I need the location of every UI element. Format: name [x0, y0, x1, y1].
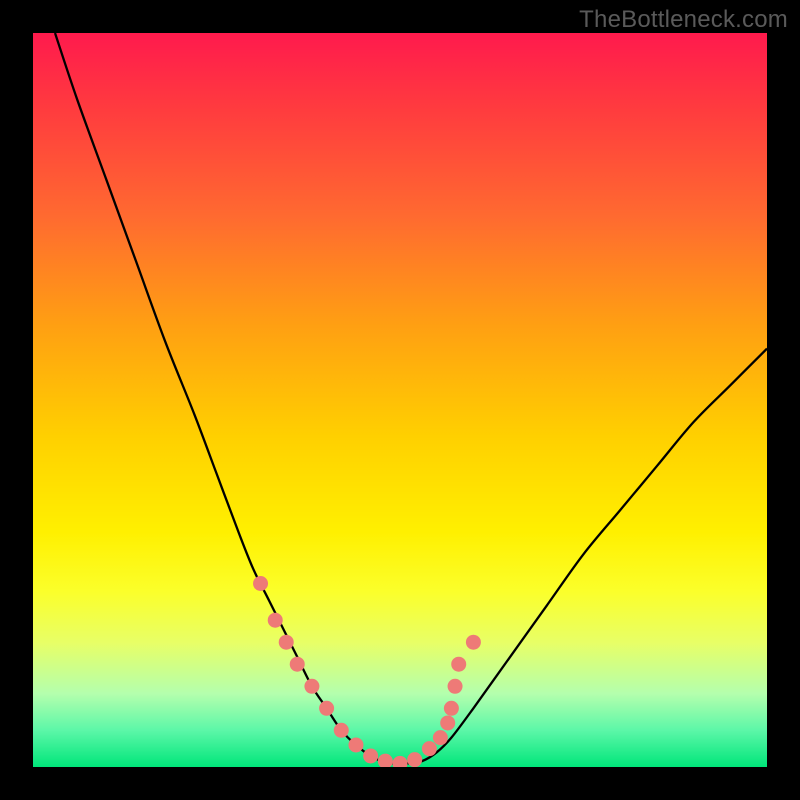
- marker-dot: [451, 657, 466, 672]
- marker-dot: [334, 723, 349, 738]
- marker-dot: [253, 576, 268, 591]
- marker-dot: [393, 756, 408, 767]
- marker-dot: [268, 613, 283, 628]
- marker-dot: [363, 748, 378, 763]
- marker-dot: [290, 657, 305, 672]
- chart-frame: TheBottleneck.com: [0, 0, 800, 800]
- highlight-markers: [253, 576, 481, 767]
- marker-dot: [466, 635, 481, 650]
- marker-dot: [444, 701, 459, 716]
- marker-dot: [319, 701, 334, 716]
- marker-dot: [422, 741, 437, 756]
- plot-area: [33, 33, 767, 767]
- bottleneck-curve-svg: [33, 33, 767, 767]
- marker-dot: [348, 737, 363, 752]
- marker-dot: [407, 752, 422, 767]
- marker-dot: [433, 730, 448, 745]
- watermark-text: TheBottleneck.com: [579, 6, 788, 34]
- marker-dot: [378, 754, 393, 767]
- marker-dot: [279, 635, 294, 650]
- marker-dot: [448, 679, 463, 694]
- marker-dot: [304, 679, 319, 694]
- bottleneck-curve: [55, 33, 767, 764]
- marker-dot: [440, 715, 455, 730]
